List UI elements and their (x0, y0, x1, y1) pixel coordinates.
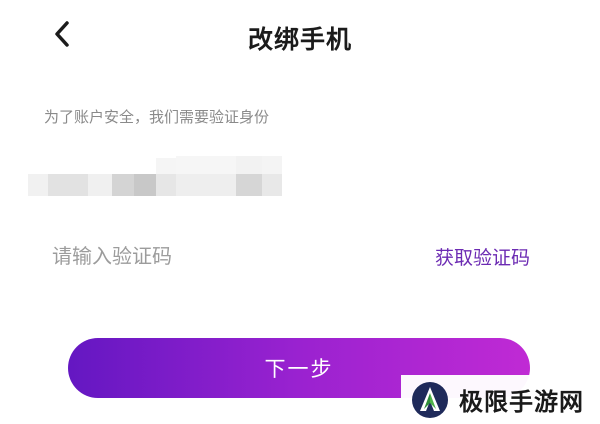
verification-hint: 为了账户安全，我们需要验证身份 (44, 108, 270, 126)
page-title: 改绑手机 (247, 25, 352, 54)
watermark-text: 极限手游网 (459, 387, 584, 416)
phone-number-masked (28, 156, 282, 198)
site-logo-icon (411, 381, 449, 419)
verification-code-input[interactable] (52, 238, 352, 274)
watermark: 极限手游网 (401, 375, 600, 424)
get-code-button[interactable]: 获取验证码 (435, 243, 530, 270)
